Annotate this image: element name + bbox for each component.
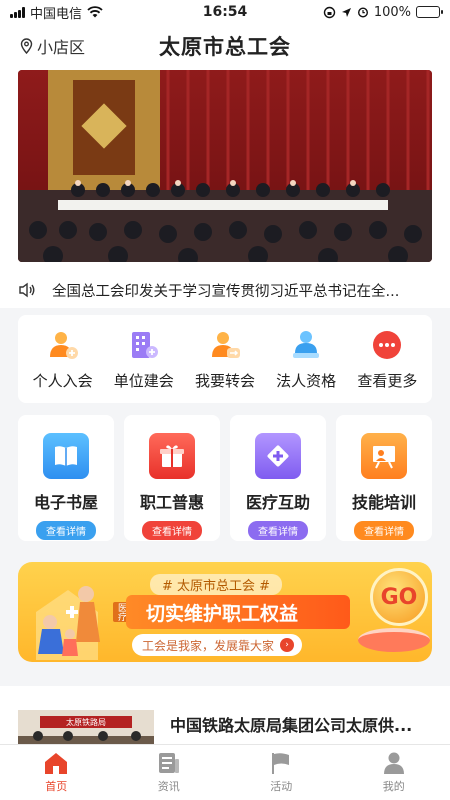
card-benefits-button[interactable]: 查看详情 (142, 521, 202, 540)
quick-action-more[interactable]: 查看更多 (348, 328, 426, 391)
quick-actions: 个人入会 单位建会 我要转会 法人资格 查看更多 (18, 315, 432, 403)
bottom-tab-bar: 首页 资讯 活动 我的 (0, 744, 450, 800)
home-icon (45, 753, 68, 774)
promo-subtitle[interactable]: 工会是我家，发展靠大家 › (132, 634, 303, 656)
meeting-photo (18, 70, 432, 262)
card-medical-button[interactable]: 查看详情 (248, 521, 308, 540)
go-button[interactable]: GO (370, 568, 428, 626)
signal-icon (10, 6, 25, 18)
building-icon (127, 328, 161, 362)
card-ebook-title: 电子书屋 (33, 493, 98, 512)
quick-action-transfer[interactable]: 我要转会 (186, 328, 264, 391)
flag-icon (272, 753, 290, 774)
quick-action-join[interactable]: 个人入会 (24, 328, 102, 391)
quick-action-build[interactable]: 单位建会 (105, 328, 183, 391)
person-transfer-icon (208, 328, 242, 362)
more-icon (370, 328, 404, 362)
legal-person-icon (289, 328, 323, 362)
training-icon (361, 433, 407, 479)
card-medical[interactable]: 医疗互助 查看详情 (230, 415, 326, 541)
location-label: 小店区 (37, 38, 86, 57)
promo-title: 切实维护职工权益 (126, 595, 350, 629)
status-time: 16:54 (202, 4, 248, 20)
card-training-title: 技能培训 (351, 493, 416, 512)
promo-tag: # 太原市总工会 # (150, 574, 283, 595)
location-pin-icon (20, 38, 33, 54)
location-arrow-icon (341, 7, 351, 17)
family-illustration (36, 586, 100, 660)
status-bar: 中国电信 16:54 100% (0, 0, 450, 24)
alarm-icon (357, 7, 368, 18)
battery-icon (416, 6, 443, 18)
wifi-icon (87, 6, 103, 18)
app-header: 小店区 太原市总工会 (0, 24, 450, 68)
notice-text: 全国总工会印发关于学习宣传贯彻习近平总书记在全... (52, 283, 400, 300)
tab-profile[interactable]: 我的 (338, 745, 450, 800)
go-pedestal (358, 628, 430, 652)
carrier-label: 中国电信 (30, 6, 83, 22)
medical-icon (255, 433, 301, 479)
news-thumb-caption: 太原铁路局 (66, 717, 106, 727)
tab-news[interactable]: 资讯 (113, 745, 226, 800)
notice-bar[interactable]: 全国总工会印发关于学习宣传贯彻习近平总书记在全... (0, 272, 450, 308)
tab-home[interactable]: 首页 (0, 745, 113, 800)
card-training[interactable]: 技能培训 查看详情 (336, 415, 432, 541)
news-icon (158, 753, 179, 773)
card-benefits[interactable]: 职工普惠 查看详情 (124, 415, 220, 541)
card-medical-title: 医疗互助 (245, 493, 310, 512)
card-ebook[interactable]: 电子书屋 查看详情 (18, 415, 114, 541)
arrow-right-icon: › (280, 638, 295, 652)
battery-percent: 100% (373, 4, 411, 20)
speaker-icon (19, 282, 35, 298)
person-add-icon (46, 328, 80, 362)
card-training-button[interactable]: 查看详情 (354, 521, 414, 540)
location-selector[interactable]: 小店区 (20, 34, 85, 58)
gift-icon (149, 433, 195, 479)
news-title[interactable]: 中国铁路太原局集团公司太原供... (170, 712, 432, 736)
quick-action-legal[interactable]: 法人资格 (267, 328, 345, 391)
banner-carousel[interactable] (18, 70, 432, 262)
lock-rotation-icon (323, 6, 336, 18)
promo-subtitle-text: 工会是我家，发展靠大家 (142, 638, 275, 653)
profile-icon (383, 752, 404, 774)
card-benefits-title: 职工普惠 (139, 493, 204, 512)
book-icon (43, 433, 89, 479)
promo-banner[interactable]: 医疗 # 太原市总工会 # 切实维护职工权益 工会是我家，发展靠大家 › GO (18, 562, 432, 662)
card-ebook-button[interactable]: 查看详情 (36, 521, 96, 540)
tab-activity[interactable]: 活动 (225, 745, 338, 800)
